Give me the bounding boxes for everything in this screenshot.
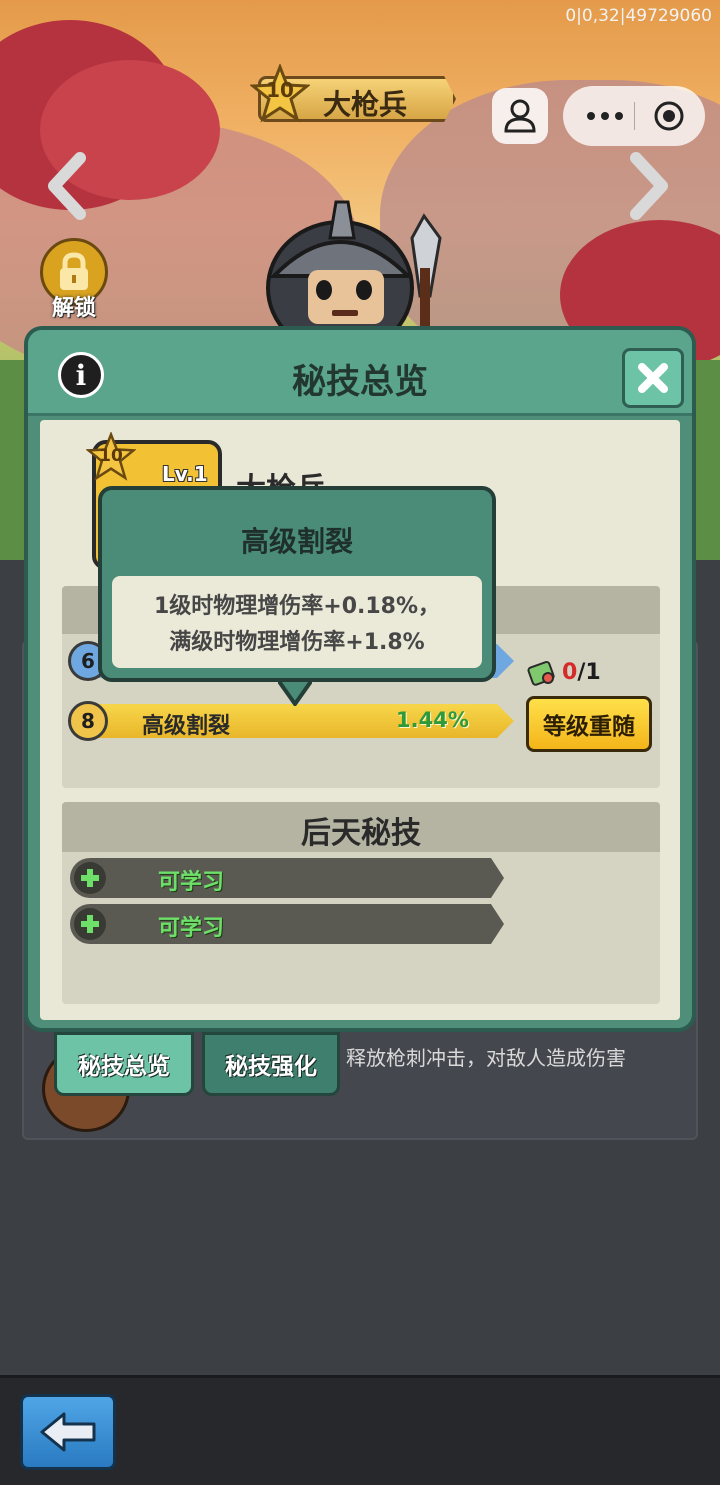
- star-level-number: 10: [266, 78, 294, 102]
- card-star-badge: 10: [85, 431, 137, 482]
- learnable-slot-2[interactable]: 可学习: [70, 904, 504, 944]
- close-button[interactable]: [622, 348, 684, 408]
- tooltip-pointer: [274, 678, 316, 708]
- hero-character: [262, 198, 452, 356]
- tooltip-line-2: 满级时物理增伤率+1.8%: [169, 630, 425, 655]
- skill-level-number: 8: [68, 701, 108, 741]
- exit-mini-program-button[interactable]: [649, 98, 689, 134]
- skill-value: 1.44%: [396, 708, 469, 732]
- learnable-slot-1[interactable]: 可学习: [70, 858, 504, 898]
- level-reroll-button[interactable]: 等级重随: [526, 696, 652, 752]
- acquired-skills-header: 后天秘技: [62, 802, 660, 852]
- reroll-counter: 0/1: [526, 658, 636, 692]
- more-menu-button[interactable]: [581, 98, 629, 134]
- card-star-number: 10: [99, 446, 123, 466]
- reroll-used-count: 0: [562, 660, 578, 685]
- plus-icon: [74, 862, 106, 894]
- hero-level-label: Lv.1: [162, 462, 208, 486]
- tab-skill-enhance[interactable]: 秘技强化: [202, 1032, 340, 1096]
- slot-label: 可学习: [158, 870, 225, 895]
- dialog-title: 秘技总览: [292, 362, 428, 402]
- plus-icon: [74, 908, 106, 940]
- dialog-header: i 秘技总览: [28, 330, 692, 416]
- target-close-icon: [654, 101, 684, 131]
- more-dots-icon: [587, 112, 623, 120]
- chevron-left-icon: [48, 152, 86, 220]
- back-arrow-icon: [40, 1412, 96, 1452]
- acquired-skills-section: 后天秘技 可学习 可学习: [62, 802, 660, 1004]
- slot-label: 可学习: [158, 916, 225, 941]
- star-level-badge: 10: [249, 62, 311, 124]
- scroll-item-icon: [527, 660, 555, 686]
- tooltip-title: 高级割裂: [240, 525, 353, 558]
- back-button[interactable]: [20, 1394, 116, 1470]
- innate-skill-row-8[interactable]: 8 高级割裂 1.44%: [68, 701, 514, 741]
- reroll-total-count: /1: [577, 660, 601, 685]
- skill-tooltip: 高级割裂 1级时物理增伤率+0.18%， 满级时物理增伤率+1.8%: [98, 486, 496, 682]
- tooltip-line-1: 1级时物理增伤率+0.18%，: [153, 594, 441, 619]
- close-icon: [638, 363, 668, 393]
- mini-program-capsule: [563, 86, 705, 146]
- debug-id-text: 0|0,32|49729060: [565, 6, 712, 26]
- next-hero-button[interactable]: [624, 150, 672, 222]
- chevron-right-icon: [630, 152, 668, 220]
- acquired-skills-title: 后天秘技: [301, 816, 421, 851]
- tooltip-description-box: 1级时物理增伤率+0.18%， 满级时物理增伤率+1.8%: [112, 576, 482, 668]
- skill-description: 释放枪刺冲击，对敌人造成伤害: [346, 1046, 626, 1070]
- person-icon: [504, 99, 536, 133]
- tab-skill-overview[interactable]: 秘技总览: [54, 1032, 194, 1096]
- profile-button[interactable]: [492, 88, 548, 144]
- hero-name: 大枪兵: [323, 88, 408, 121]
- unlock-label: 解锁: [51, 296, 96, 321]
- lock-icon: [60, 252, 88, 290]
- previous-hero-button[interactable]: [44, 150, 92, 222]
- skill-name: 高级割裂: [142, 714, 231, 739]
